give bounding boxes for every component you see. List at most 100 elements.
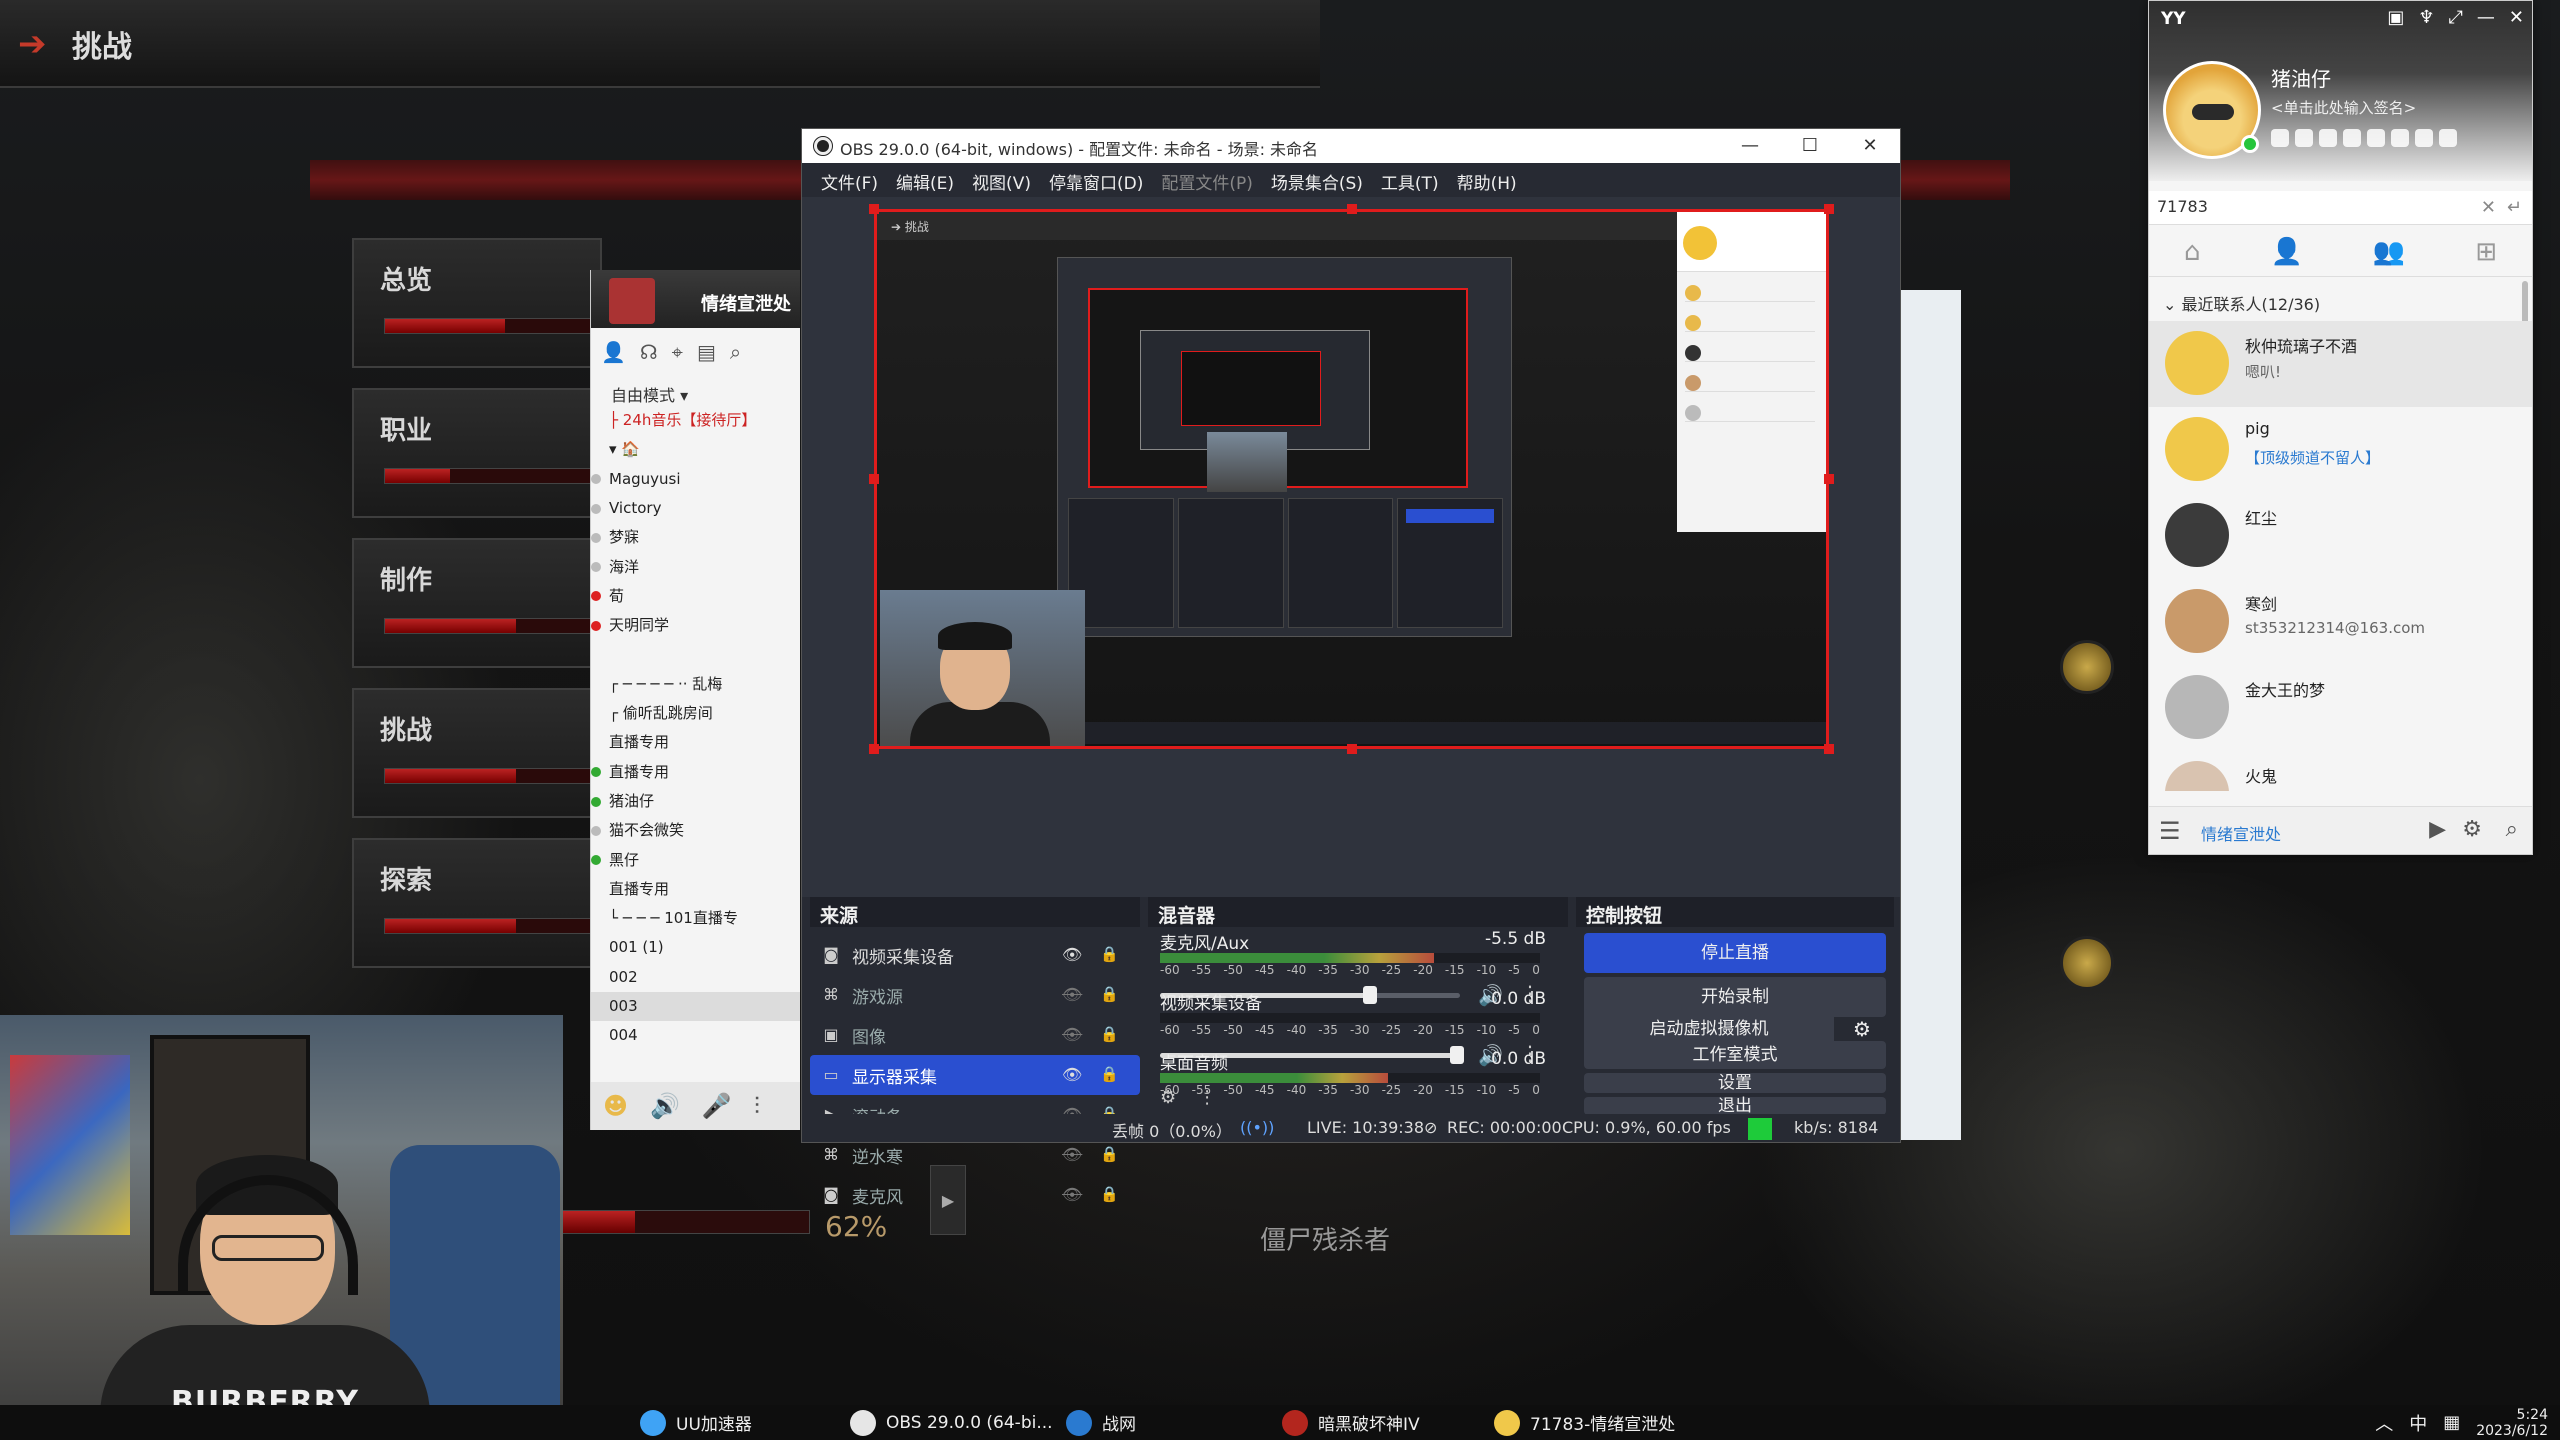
contact-item[interactable]: pig 【顶级频道不留人】: [2149, 407, 2532, 493]
source-item-game-capture[interactable]: ⌘ 游戏源 👁 🔒: [810, 975, 1140, 1015]
chest-icon[interactable]: [2060, 640, 2114, 694]
channel-tree-item[interactable]: 直播专用: [591, 875, 800, 904]
source-item-video-capture[interactable]: ◙ 视频采集设备 👁 🔒: [810, 935, 1140, 975]
taskbar-yy[interactable]: 71783-情绪宣泄处: [1494, 1405, 1675, 1440]
source-item-display-capture[interactable]: ▭ 显示器采集 👁 🔒: [810, 1055, 1140, 1095]
resize-handle[interactable]: [1824, 204, 1834, 214]
taskbar-battlenet[interactable]: 战网: [1066, 1405, 1136, 1440]
channel-tree-item[interactable]: Victory: [591, 494, 800, 523]
maximize-button[interactable]: ☐: [1780, 129, 1840, 163]
game-nav-crafting[interactable]: 制作: [352, 538, 604, 668]
source-item-microphone[interactable]: ◙ 麦克风 👁 🔒: [810, 1175, 1140, 1215]
headset-icon[interactable]: ☊: [640, 340, 658, 364]
menu-scene-collection[interactable]: 场景集合(S): [1262, 163, 1372, 197]
lock-icon[interactable]: 🔒: [1100, 1185, 1119, 1205]
game-nav-challenge[interactable]: 挑战: [352, 688, 604, 818]
ime-indicator[interactable]: 中: [2409, 1410, 2427, 1436]
contact-item[interactable]: 金大王的梦: [2149, 665, 2532, 751]
taskbar-diablo[interactable]: 暗黑破坏神IV: [1282, 1405, 1420, 1440]
home-icon[interactable]: ⌂: [2184, 237, 2201, 267]
eye-hidden-icon[interactable]: 👁: [1062, 1185, 1082, 1205]
channel-tree-item[interactable]: [591, 640, 800, 669]
resize-handle[interactable]: [1347, 204, 1357, 214]
eye-hidden-icon[interactable]: 👁: [1062, 985, 1082, 1005]
eye-hidden-icon[interactable]: 👁: [1062, 1145, 1082, 1165]
skin-icon[interactable]: ♆: [2418, 7, 2434, 28]
obs-titlebar[interactable]: OBS 29.0.0 (64-bit, windows) - 配置文件: 未命名…: [802, 129, 1900, 163]
studio-mode-button[interactable]: 工作室模式: [1584, 1041, 1886, 1069]
badge-icon[interactable]: [2367, 129, 2385, 147]
menu-docks[interactable]: 停靠窗口(D): [1040, 163, 1152, 197]
channel-tree-item[interactable]: 002: [591, 963, 800, 992]
message-icon[interactable]: ▣: [2387, 7, 2404, 28]
channel-tree-item[interactable]: ▾ 🏠: [591, 435, 800, 464]
taskbar-obs[interactable]: OBS 29.0.0 (64-bi...: [850, 1405, 1053, 1440]
menu-icon[interactable]: ☰: [2159, 817, 2181, 845]
channel-tree-item[interactable]: 天明同学: [591, 611, 800, 640]
exit-button[interactable]: 退出: [1584, 1097, 1886, 1115]
channel-tree-item[interactable]: 黑仔: [591, 845, 800, 874]
back-arrow-icon[interactable]: ➔: [18, 24, 62, 64]
taskbar-uu[interactable]: UU加速器: [640, 1405, 752, 1440]
settings-button[interactable]: 设置: [1584, 1073, 1886, 1093]
chest-icon[interactable]: [2060, 936, 2114, 990]
tray-expand-icon[interactable]: ︿: [2375, 1410, 2393, 1436]
lock-icon[interactable]: 🔒: [1100, 1065, 1119, 1085]
lock-icon[interactable]: 🔒: [1100, 985, 1119, 1005]
resize-handle[interactable]: [1824, 474, 1834, 484]
channel-tree-item[interactable]: ┌ ─ ─ ─ ─ ·· 乱梅: [591, 670, 800, 699]
stop-stream-button[interactable]: 停止直播: [1584, 933, 1886, 973]
video-icon[interactable]: ▶: [2429, 817, 2446, 842]
more-options-icon[interactable]: ⋮: [1198, 1087, 1216, 1115]
clear-icon[interactable]: ✕: [2481, 197, 2496, 218]
signature-field[interactable]: <单击此处输入签名>: [2271, 97, 2416, 118]
microphone-icon[interactable]: 🎤: [702, 1092, 732, 1120]
badge-icon[interactable]: [2415, 129, 2433, 147]
channel-tree-item[interactable]: 直播专用: [591, 728, 800, 757]
speaker-icon[interactable]: 🔊: [650, 1092, 680, 1120]
menu-tools[interactable]: 工具(T): [1372, 163, 1448, 197]
channel-tree-item[interactable]: 梦寐: [591, 523, 800, 552]
menu-profile[interactable]: 配置文件(P): [1152, 163, 1262, 197]
close-button[interactable]: ✕: [2509, 7, 2524, 28]
user-icon[interactable]: 👤: [601, 340, 626, 364]
gear-icon[interactable]: ⚙: [1160, 1087, 1176, 1115]
channel-tree-item[interactable]: 海洋: [591, 552, 800, 581]
expand-icon[interactable]: ⤢: [2449, 7, 2463, 28]
channel-mode-select[interactable]: 自由模式 ▾: [611, 382, 688, 406]
location-icon[interactable]: ⌖: [672, 340, 683, 364]
badge-icon[interactable]: [2319, 129, 2337, 147]
resize-handle[interactable]: [1824, 744, 1834, 754]
channel-tree-item[interactable]: Maguyusi: [591, 465, 800, 494]
channel-tree-item[interactable]: └ ─ ─ ─ 101直播专: [591, 904, 800, 933]
badge-icon[interactable]: [2439, 129, 2457, 147]
clock[interactable]: 5:24 2023/6/12: [2476, 1407, 2548, 1439]
menu-help[interactable]: 帮助(H): [1448, 163, 1526, 197]
game-nav-class[interactable]: 职业: [352, 388, 604, 518]
resize-handle[interactable]: [1347, 744, 1357, 754]
resize-handle[interactable]: [869, 204, 879, 214]
source-item-image[interactable]: ▣ 图像 👁 🔒: [810, 1015, 1140, 1055]
contact-item[interactable]: 寒剑 st353212314@163.com: [2149, 579, 2532, 665]
channel-tree-item[interactable]: 004: [591, 1021, 800, 1050]
eye-hidden-icon[interactable]: 👁: [1062, 1025, 1082, 1045]
badge-icon[interactable]: [2271, 129, 2289, 147]
close-button[interactable]: ✕: [1840, 129, 1900, 163]
lock-icon[interactable]: 🔒: [1100, 1025, 1119, 1045]
contacts-icon[interactable]: 👤: [2270, 237, 2302, 267]
search-icon[interactable]: ⌕: [730, 340, 741, 364]
resize-handle[interactable]: [869, 474, 879, 484]
channel-tree-item[interactable]: 003: [591, 991, 800, 1022]
game-nav-explore[interactable]: 探索: [352, 838, 604, 968]
apps-icon[interactable]: ⊞: [2475, 237, 2497, 267]
eye-icon[interactable]: 👁: [1062, 945, 1082, 965]
yy-mascot-icon[interactable]: ☻: [603, 1092, 628, 1120]
menu-view[interactable]: 视图(V): [963, 163, 1040, 197]
channel-avatar[interactable]: [609, 278, 655, 324]
recent-contacts-group[interactable]: ⌄ 最近联系人(12/36): [2163, 291, 2320, 315]
badge-icon[interactable]: [2343, 129, 2361, 147]
game-nav-overview[interactable]: 总览: [352, 238, 604, 368]
channel-tree-item[interactable]: 荀: [591, 582, 800, 611]
channel-tree-item[interactable]: 猪油仔: [591, 787, 800, 816]
channel-tree-item[interactable]: 直播专用: [591, 758, 800, 787]
